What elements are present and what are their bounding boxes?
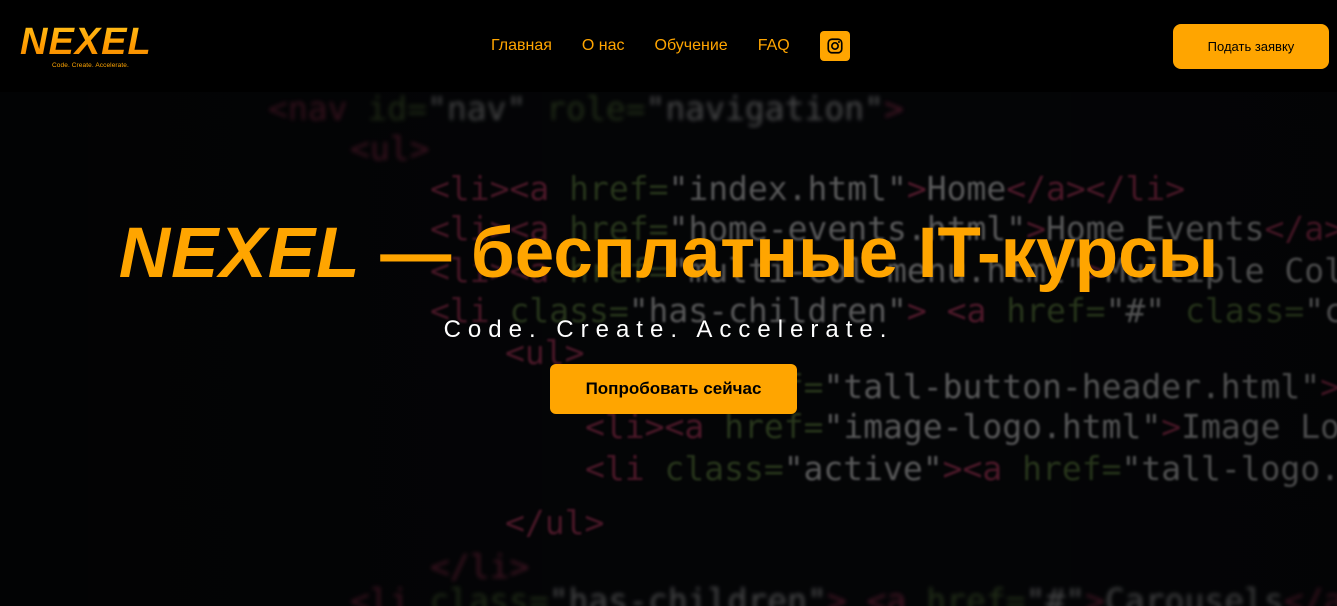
main-nav: Главная О нас Обучение FAQ <box>491 30 850 62</box>
site-header: NEXEL Code. Create. Accelerate. Главная … <box>0 0 1337 92</box>
try-now-button[interactable]: Попробовать сейчас <box>550 364 797 414</box>
logo-tagline: Code. Create. Accelerate. <box>52 62 129 69</box>
nav-link-training[interactable]: Обучение <box>655 37 728 55</box>
page: <nav id="nav" role="navigation"><ul><li>… <box>0 0 1337 606</box>
hero-subtitle: Code. Create. Accelerate. <box>443 316 894 343</box>
nav-link-home[interactable]: Главная <box>491 37 552 55</box>
instagram-glyph <box>827 38 843 54</box>
instagram-icon[interactable] <box>819 31 850 61</box>
hero-overlay <box>0 92 1337 606</box>
hero-title-text: — бесплатные IT-курсы <box>360 214 1219 293</box>
apply-button[interactable]: Подать заявку <box>1173 24 1329 69</box>
hero-title: NEXEL — бесплатные IT-курсы <box>0 214 1337 294</box>
nav-link-faq[interactable]: FAQ <box>758 37 790 55</box>
logo-wordmark: NEXEL <box>20 21 152 63</box>
nav-link-about[interactable]: О нас <box>582 37 625 55</box>
logo[interactable]: NEXEL Code. Create. Accelerate. <box>20 22 170 72</box>
hero-title-brand: NEXEL <box>118 214 361 293</box>
